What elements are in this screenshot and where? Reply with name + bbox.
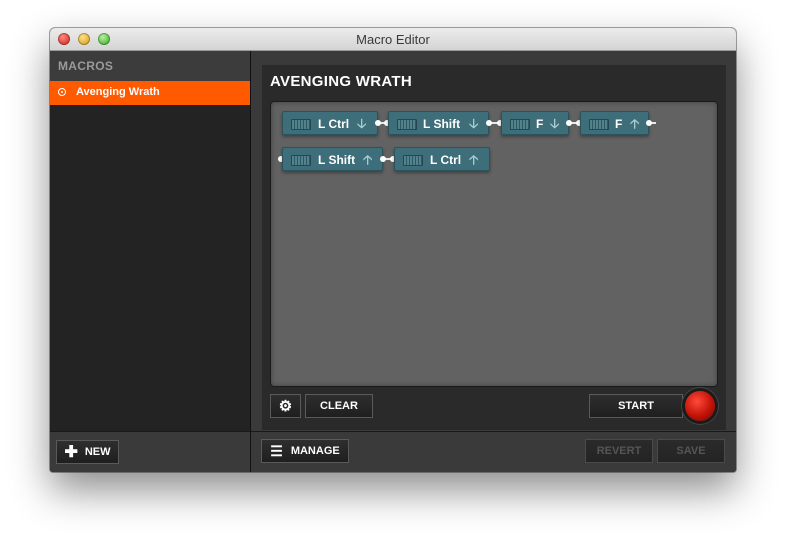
arrow-down-icon: 🡣 <box>469 116 479 131</box>
gear-icon: ⚙ <box>278 398 293 415</box>
keyboard-icon <box>589 119 609 130</box>
arrow-down-icon: 🡣 <box>357 116 367 131</box>
keyboard-icon <box>403 155 423 166</box>
macro-editor-window: Macro Editor MACROS Avenging Wrath ✚ NEW… <box>50 28 736 472</box>
macro-step[interactable]: L Ctrl 🡣 <box>282 111 378 135</box>
window-title: Macro Editor <box>356 32 430 47</box>
macro-sequence-canvas[interactable]: L Ctrl 🡣 L Shift 🡣 F 🡣 F 🡡 L Shift 🡡 L C… <box>270 101 718 387</box>
start-button-label: START <box>618 400 654 412</box>
revert-button-label: REVERT <box>596 445 642 457</box>
arrow-up-icon: 🡡 <box>630 116 640 131</box>
connector-node <box>380 156 386 162</box>
clear-button[interactable]: CLEAR <box>305 394 373 418</box>
keyboard-icon <box>291 119 311 130</box>
arrow-down-icon: 🡣 <box>550 116 560 131</box>
editor-area: AVENGING WRATH L Ctrl 🡣 L Shift 🡣 F 🡣 F … <box>251 51 736 472</box>
save-button-label: SAVE <box>676 445 706 457</box>
step-key-label: F <box>536 117 544 131</box>
save-button[interactable]: SAVE <box>657 439 725 463</box>
connector-node <box>566 120 572 126</box>
macro-list-item-label: Avenging Wrath <box>76 86 160 98</box>
macro-list-item[interactable]: Avenging Wrath <box>50 81 250 105</box>
manage-button[interactable]: ☰ MANAGE <box>261 439 349 463</box>
step-key-label: L Shift <box>423 117 461 131</box>
plus-icon: ✚ <box>64 444 78 461</box>
macro-step[interactable]: L Ctrl 🡡 <box>394 147 490 171</box>
step-key-label: L Ctrl <box>318 117 350 131</box>
macro-name-title: AVENGING WRATH <box>270 73 412 90</box>
step-key-label: F <box>615 117 623 131</box>
list-icon: ☰ <box>270 442 283 459</box>
new-macro-label: NEW <box>84 446 111 458</box>
arrow-up-icon: 🡡 <box>469 152 479 167</box>
macro-step[interactable]: L Shift 🡡 <box>282 147 383 171</box>
macro-step[interactable]: F 🡣 <box>501 111 569 135</box>
start-button[interactable]: START <box>589 394 683 418</box>
macro-step[interactable]: L Shift 🡣 <box>388 111 489 135</box>
connector-node <box>375 120 381 126</box>
record-icon[interactable] <box>685 391 715 421</box>
title-bar: Macro Editor <box>50 28 736 51</box>
keyboard-icon <box>397 119 417 130</box>
step-key-label: L Shift <box>318 153 356 167</box>
connector-node <box>646 120 652 126</box>
macro-panel: AVENGING WRATH L Ctrl 🡣 L Shift 🡣 F 🡣 F … <box>262 65 726 430</box>
sidebar-footer: ✚ NEW <box>50 431 250 472</box>
step-key-label: L Ctrl <box>430 153 462 167</box>
new-macro-button[interactable]: ✚ NEW <box>56 440 119 464</box>
keyboard-icon <box>510 119 530 130</box>
manage-button-label: MANAGE <box>290 445 340 457</box>
settings-button[interactable]: ⚙ <box>270 394 301 418</box>
editor-footer: ☰ MANAGE REVERT SAVE <box>251 431 736 472</box>
sidebar-header: MACROS <box>50 51 250 82</box>
arrow-up-icon: 🡡 <box>363 152 373 167</box>
revert-button[interactable]: REVERT <box>585 439 653 463</box>
macros-sidebar: MACROS Avenging Wrath ✚ NEW <box>50 51 251 472</box>
keyboard-icon <box>291 155 311 166</box>
clear-button-label: CLEAR <box>320 400 358 412</box>
connector-node <box>486 120 492 126</box>
selected-radio-icon <box>58 88 66 96</box>
macro-step[interactable]: F 🡡 <box>580 111 649 135</box>
editor-toolbar: ⚙ CLEAR START <box>262 391 726 421</box>
sidebar-header-label: MACROS <box>58 59 114 73</box>
